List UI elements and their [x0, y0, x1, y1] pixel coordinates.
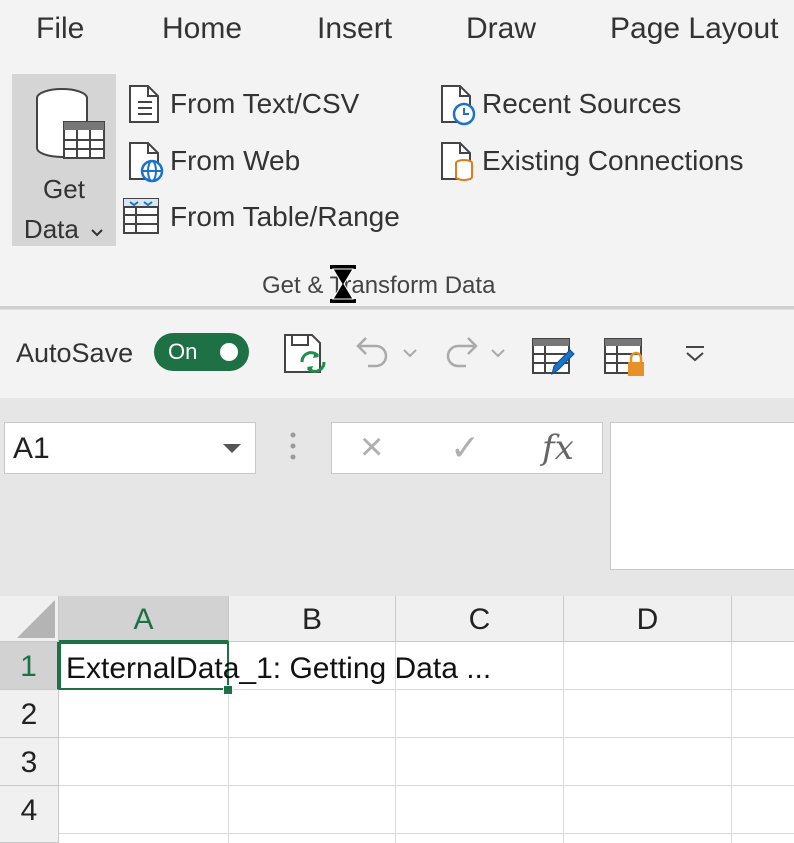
name-box[interactable]: A1: [4, 422, 256, 474]
cell-a1-value: ExternalData_1: Getting Data ...: [66, 652, 492, 685]
autosave-toggle[interactable]: On: [154, 333, 249, 371]
table-range-icon: [123, 198, 159, 234]
select-all-button[interactable]: [0, 596, 59, 642]
hourglass-cursor-icon: [330, 265, 356, 303]
redo-icon[interactable]: [442, 334, 482, 374]
row-header-2[interactable]: 2: [0, 690, 59, 738]
tab-home[interactable]: Home: [162, 12, 242, 46]
existing-connections-label: Existing Connections: [482, 145, 744, 176]
from-web-button[interactable]: From Web: [126, 141, 326, 185]
select-all-triangle-icon: [17, 600, 55, 638]
recent-sources-button[interactable]: Recent Sources: [438, 84, 698, 128]
text-file-icon: [129, 85, 159, 123]
tab-insert[interactable]: Insert: [317, 12, 392, 46]
autosave-state: On: [168, 339, 198, 364]
gridline: [59, 737, 794, 738]
web-file-icon: [129, 142, 164, 183]
column-header-a[interactable]: A: [59, 596, 229, 642]
quick-access-toolbar: AutoSave On: [0, 309, 794, 398]
enter-icon[interactable]: ✓: [450, 427, 480, 469]
gridline: [59, 785, 794, 786]
from-table-range-label: From Table/Range: [170, 201, 400, 232]
row-header-4[interactable]: 4: [0, 786, 59, 843]
column-header-c[interactable]: C: [396, 596, 564, 642]
get-data-label-2: Data: [12, 214, 116, 245]
toggle-knob: [220, 343, 238, 361]
name-box-dropdown-icon[interactable]: [223, 444, 241, 453]
spreadsheet-grid: A B C D 1 2 3 4 ExternalData_1: Getting …: [0, 596, 794, 843]
undo-icon[interactable]: [352, 334, 392, 374]
from-table-range-button[interactable]: From Table/Range: [122, 196, 414, 240]
save-refresh-icon[interactable]: [282, 332, 328, 378]
tab-draw[interactable]: Draw: [466, 12, 536, 46]
column-header-e[interactable]: [732, 596, 794, 642]
gridline: [563, 642, 564, 843]
table-lock-icon[interactable]: [602, 334, 648, 380]
existing-connections-button[interactable]: Existing Connections: [438, 141, 768, 185]
tab-file[interactable]: File: [36, 12, 84, 46]
formula-bar-grip-icon[interactable]: [290, 432, 296, 462]
autosave-label: AutoSave: [16, 338, 134, 368]
tab-page-layout[interactable]: Page Layout: [610, 12, 778, 46]
formula-input[interactable]: [610, 422, 794, 570]
row-header-3[interactable]: 3: [0, 738, 59, 786]
gridline: [731, 642, 732, 843]
table-edit-icon[interactable]: [530, 334, 576, 380]
undo-dropdown-icon[interactable]: [402, 348, 418, 360]
formula-bar-area: A1 × ✓ fx: [0, 398, 794, 596]
formula-buttons: × ✓ fx: [331, 422, 603, 474]
customize-toolbar-icon[interactable]: [682, 344, 708, 364]
cancel-icon[interactable]: ×: [360, 425, 383, 470]
from-text-csv-label: From Text/CSV: [170, 88, 360, 119]
fill-handle[interactable]: [223, 685, 233, 695]
insert-function-icon[interactable]: fx: [542, 428, 574, 468]
database-table-icon: [36, 88, 105, 159]
get-data-button[interactable]: Get Data: [12, 74, 116, 246]
gridline: [59, 833, 794, 834]
connection-cylinder-icon: [441, 142, 473, 181]
column-header-d[interactable]: D: [564, 596, 732, 642]
ribbon: File Home Insert Draw Page Layout Get Da…: [0, 0, 794, 308]
chevron-down-icon: [91, 229, 103, 237]
name-box-value: A1: [13, 432, 50, 465]
from-web-label: From Web: [170, 145, 301, 176]
recent-sources-label: Recent Sources: [482, 88, 682, 119]
recent-clock-icon: [441, 85, 476, 126]
from-text-csv-button[interactable]: From Text/CSV: [126, 84, 386, 128]
row-header-1[interactable]: 1: [0, 642, 59, 690]
group-label: Get & Transform Data: [262, 272, 496, 299]
get-data-label-1: Get: [43, 174, 85, 204]
column-header-b[interactable]: B: [229, 596, 396, 642]
redo-dropdown-icon[interactable]: [490, 348, 506, 360]
